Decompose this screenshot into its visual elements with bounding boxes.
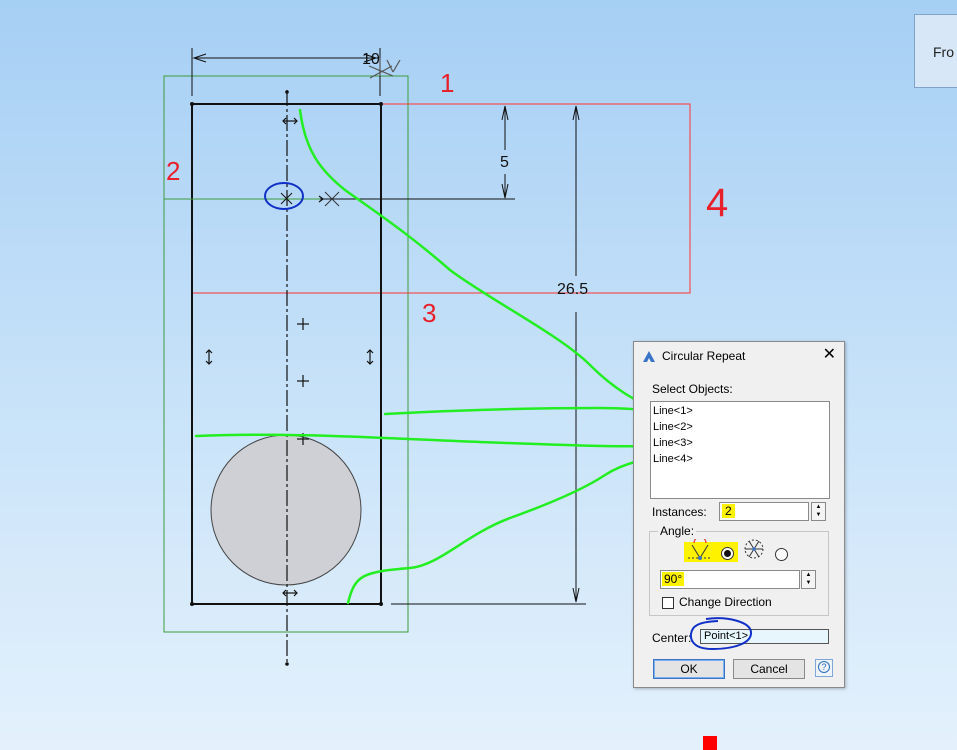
circular-repeat-dialog: Circular Repeat ✕ Select Objects: Line<1…: [633, 341, 845, 688]
spin-down-icon[interactable]: ▼: [802, 579, 815, 587]
close-icon[interactable]: ✕: [823, 347, 836, 363]
instances-label: Instances:: [652, 505, 707, 519]
dimension-5[interactable]: [501, 105, 509, 199]
instances-spinner[interactable]: ▲ ▼: [811, 502, 826, 521]
dimension-26-5-label: 26.5: [557, 281, 588, 298]
front-view-tab[interactable]: Fro: [914, 14, 957, 88]
change-direction-label: Change Direction: [679, 595, 772, 609]
ok-button[interactable]: OK: [653, 659, 725, 679]
center-annotation-circle: [689, 617, 752, 651]
angle-full-circle-icon[interactable]: [742, 537, 766, 561]
list-item[interactable]: Line<2>: [653, 419, 827, 435]
help-icon: ?: [818, 661, 830, 673]
app-logo-icon: [643, 350, 655, 362]
list-item[interactable]: Line<3>: [653, 435, 827, 451]
dialog-title: Circular Repeat: [662, 349, 746, 363]
angle-between-radio[interactable]: [721, 547, 734, 560]
center-line-end-bottom: [285, 662, 289, 666]
angle-input[interactable]: 90°: [660, 570, 800, 589]
change-direction-checkbox[interactable]: [662, 597, 674, 609]
annotation-label-1: 1: [440, 68, 454, 98]
angle-spinner[interactable]: ▲ ▼: [801, 570, 816, 589]
spin-up-icon[interactable]: ▲: [812, 503, 825, 511]
dimension-5-label: 5: [500, 154, 509, 171]
dialog-title-bar: Circular Repeat: [642, 349, 745, 363]
instances-input[interactable]: 2: [719, 502, 809, 521]
hole-circle[interactable]: [210, 434, 362, 586]
list-item[interactable]: Line<1>: [653, 403, 827, 419]
list-item[interactable]: Line<4>: [653, 451, 827, 467]
red-marker: [703, 736, 717, 750]
center-line-end-top: [285, 90, 289, 94]
dimension-10[interactable]: [191, 48, 381, 96]
angle-value: 90°: [662, 572, 685, 586]
angle-full-circle-radio[interactable]: [775, 548, 788, 561]
objects-list[interactable]: Line<1> Line<2> Line<3> Line<4>: [650, 401, 830, 499]
annotation-label-4: 4: [706, 181, 728, 225]
spin-down-icon[interactable]: ▼: [812, 511, 825, 519]
annotation-label-3: 3: [422, 298, 436, 328]
center-label: Center:: [652, 631, 692, 645]
angle-group: Angle: 90° ▲ ▼ Change Direction: [649, 524, 829, 616]
help-button[interactable]: ?: [815, 659, 833, 677]
instances-value: 2: [722, 504, 735, 518]
angle-between-icon[interactable]: [686, 539, 714, 563]
select-objects-label: Select Objects:: [652, 382, 733, 396]
annotation-label-2: 2: [166, 156, 180, 186]
spin-up-icon[interactable]: ▲: [802, 571, 815, 579]
cancel-button[interactable]: Cancel: [733, 659, 805, 679]
dimension-10-label: 10: [362, 51, 380, 68]
angle-label: Angle:: [658, 524, 697, 538]
front-view-tab-label: Fro: [933, 44, 954, 60]
